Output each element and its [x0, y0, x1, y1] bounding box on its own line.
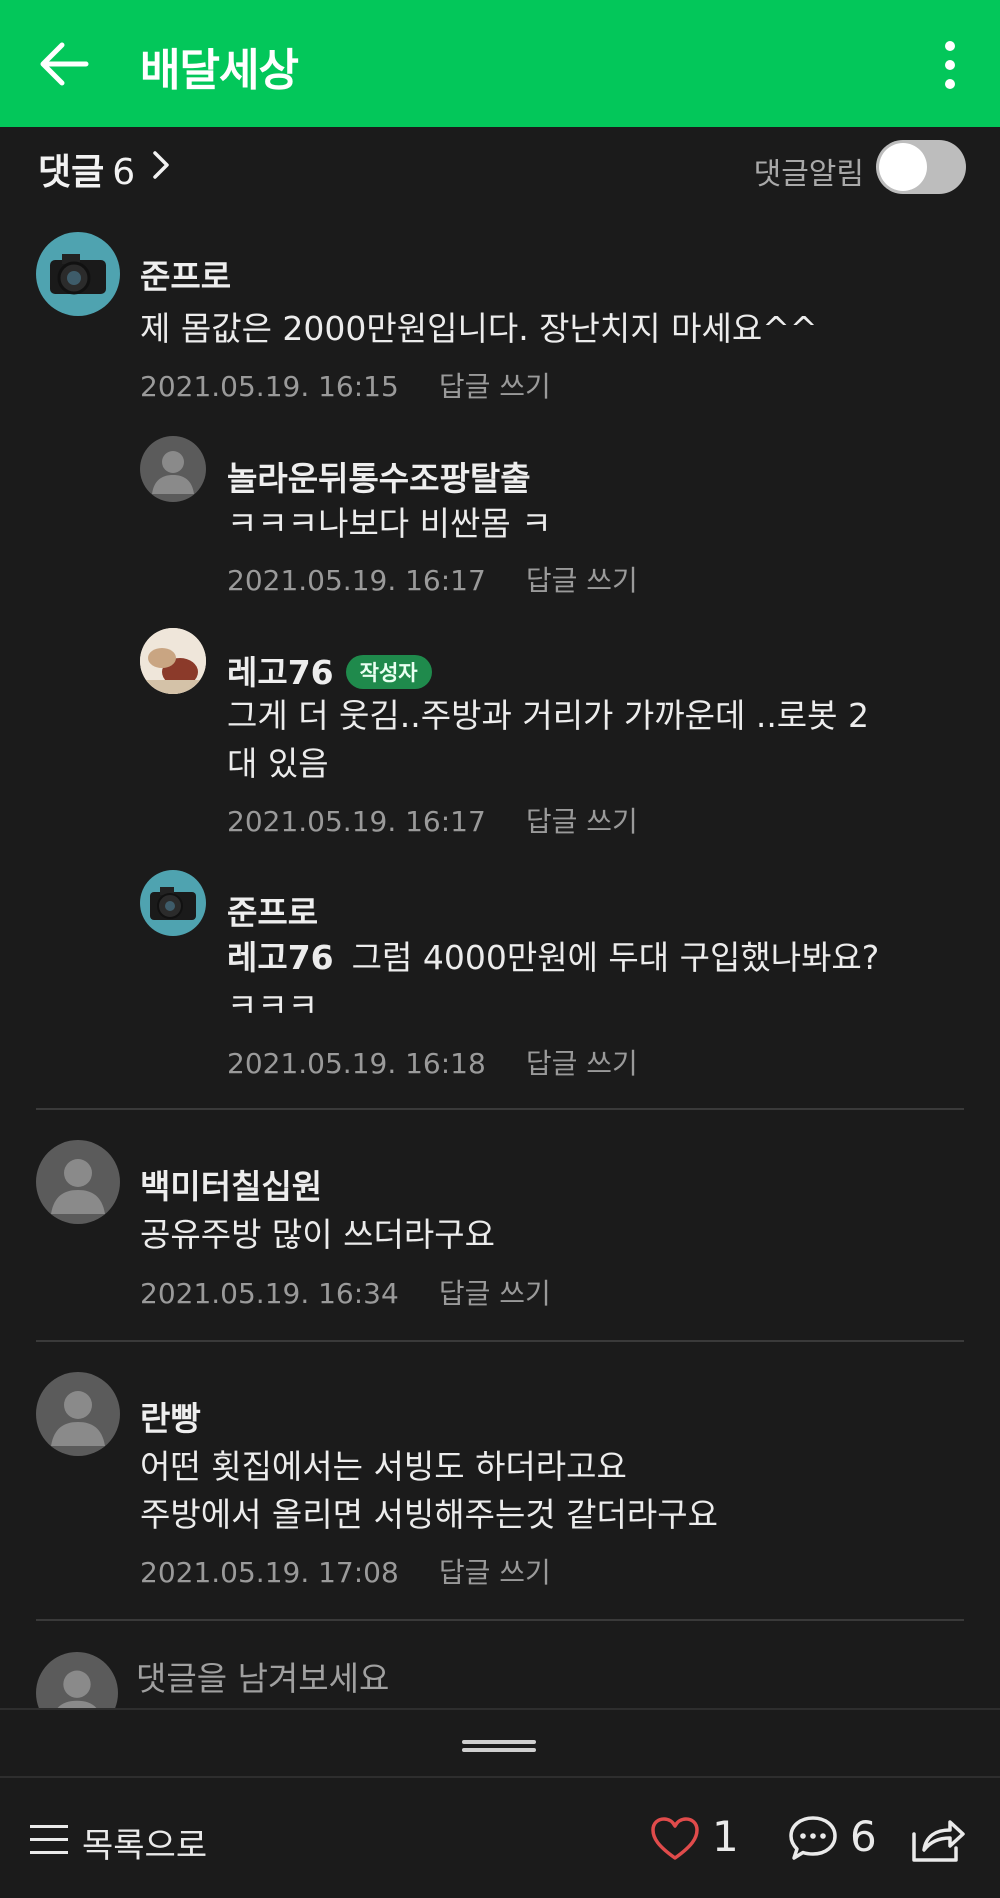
comments-title[interactable]: 댓글 6: [38, 143, 135, 195]
comment-text: 제 몸값은 2000만원입니다. 장난치지 마세요^^: [140, 309, 818, 348]
reply-button[interactable]: 답글 쓰기: [526, 1047, 638, 1080]
my-avatar: [36, 1652, 118, 1708]
default-avatar[interactable]: [140, 436, 206, 502]
comment-meta: 2021.05.19. 16:15 답글 쓰기: [140, 365, 551, 405]
heart-icon[interactable]: [650, 1816, 700, 1862]
comment-author[interactable]: 란빵: [140, 1392, 201, 1440]
like-count: 1: [712, 1812, 739, 1861]
chevron-right-icon[interactable]: [150, 149, 172, 181]
comment-text: 그게 더 웃김..주방과 거리가 가까운데 ..로봇 2 대 있음: [227, 696, 870, 783]
divider: [36, 1108, 964, 1110]
comment-notify-label: 댓글알림: [753, 157, 864, 192]
app-bar: 배달세상: [0, 0, 1000, 127]
default-avatar[interactable]: [36, 1372, 120, 1456]
reply-button[interactable]: 답글 쓰기: [526, 564, 638, 597]
comment-write-area[interactable]: 댓글을 남겨보세요: [0, 1640, 1000, 1708]
comment-author[interactable]: 백미터칠십원: [140, 1160, 322, 1208]
reply-button[interactable]: 답글 쓰기: [439, 1556, 551, 1589]
author-badge: 작성자: [345, 654, 432, 689]
reply-button[interactable]: 답글 쓰기: [439, 370, 551, 403]
list-menu-icon[interactable]: [30, 1822, 68, 1858]
comment-meta: 2021.05.19. 16:17 답글 쓰기: [227, 559, 638, 599]
camera-avatar[interactable]: [140, 870, 206, 936]
back-to-list-button[interactable]: 목록으로: [82, 1818, 207, 1867]
comment-count: 6: [850, 1812, 877, 1861]
photo-avatar[interactable]: [140, 628, 206, 694]
back-arrow-icon[interactable]: [36, 36, 92, 92]
share-icon[interactable]: [910, 1814, 966, 1864]
bottom-bar: 목록으로 1 6: [0, 1776, 1000, 1898]
comment-author[interactable]: 레고76 작성자: [227, 646, 432, 694]
reply-button[interactable]: 답글 쓰기: [439, 1277, 551, 1310]
reply-button[interactable]: 답글 쓰기: [526, 805, 638, 838]
camera-avatar[interactable]: [36, 232, 120, 316]
comment-meta: 2021.05.19. 16:18 답글 쓰기: [227, 1042, 638, 1082]
comment-date: 2021.05.19. 16:17: [227, 564, 486, 597]
comment-date: 2021.05.19. 16:18: [227, 1047, 486, 1080]
comment-author[interactable]: 놀라운뒤통수조팡탈출: [227, 452, 531, 500]
comment-text: 어떤 횟집에서는 서빙도 하더라고요 주방에서 올리면 서빙해주는것 같더라구요: [140, 1447, 718, 1534]
more-options-icon[interactable]: [940, 40, 960, 90]
comment-meta: 2021.05.19. 16:34 답글 쓰기: [140, 1272, 551, 1312]
comment-author[interactable]: 준프로: [227, 886, 318, 934]
comment-text: 레고76 그럼 4000만원에 두대 구입했나봐요? ㅋㅋㅋ: [227, 938, 880, 1025]
page-title: 배달세상: [140, 45, 299, 96]
comment-date: 2021.05.19. 16:15: [140, 370, 399, 403]
comment-bubble-icon[interactable]: [788, 1814, 838, 1862]
comment-date: 2021.05.19. 16:34: [140, 1277, 399, 1310]
comment-date: 2021.05.19. 16:17: [227, 805, 486, 838]
mention-link[interactable]: 레고76: [227, 938, 334, 977]
drag-handle-icon[interactable]: [462, 1738, 536, 1754]
comment-date: 2021.05.19. 17:08: [140, 1556, 399, 1589]
comment-input[interactable]: 댓글을 남겨보세요: [136, 1652, 389, 1700]
drag-handle-bar[interactable]: [0, 1708, 1000, 1776]
divider: [36, 1340, 964, 1342]
comment-notify-toggle[interactable]: [876, 140, 966, 194]
comment-text: ㅋㅋㅋ나보다 비싼몸 ㅋ: [227, 504, 552, 543]
comment-author[interactable]: 준프로: [140, 250, 231, 298]
comments-count: 6: [112, 152, 136, 193]
default-avatar[interactable]: [36, 1140, 120, 1224]
comment-meta: 2021.05.19. 17:08 답글 쓰기: [140, 1551, 551, 1591]
comment-meta: 2021.05.19. 16:17 답글 쓰기: [227, 800, 638, 840]
divider: [36, 1619, 964, 1621]
toggle-knob: [879, 143, 927, 191]
comments-header: 댓글 6 댓글알림: [0, 127, 1000, 205]
comment-text: 공유주방 많이 쓰더라구요: [140, 1215, 495, 1254]
